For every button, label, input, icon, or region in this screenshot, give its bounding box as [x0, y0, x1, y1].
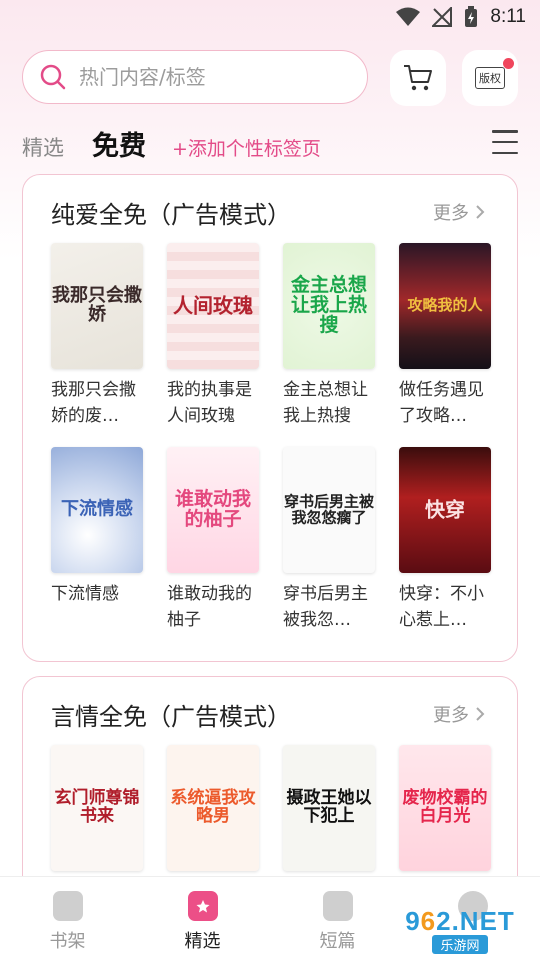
search-bar[interactable] — [22, 50, 368, 104]
book-grid: 我那只会撒娇 我那只会撒娇的废… 人间玫瑰 我的执事是人间玫瑰 金主总想让我上热… — [51, 243, 491, 635]
notification-dot — [503, 58, 514, 69]
book-title: 下流情感 — [51, 584, 119, 604]
more-label: 更多 — [433, 705, 469, 726]
book-grid: 玄门师尊锦书来 系统逼我攻略男 摄政王她以下犯上 废物校霸的白月光 — [51, 745, 491, 871]
book-title: 我那只会撒娇的废… — [51, 380, 136, 426]
copyright-button[interactable]: 版权 — [462, 50, 518, 106]
book-title: 穿书后男主被我忽… — [283, 584, 368, 630]
nav-label: 书架 — [49, 931, 86, 952]
book-card[interactable]: 攻略我的人 做任务遇见了攻略… — [399, 243, 491, 431]
status-time: 8:11 — [490, 6, 526, 27]
cover-text: 摄政王她以下犯上 — [286, 788, 372, 826]
battery-charging-icon — [465, 6, 478, 27]
more-label: 更多 — [433, 203, 469, 224]
book-cover[interactable]: 攻略我的人 — [399, 243, 491, 369]
wifi-icon — [396, 7, 421, 26]
cover-text: 我那只会撒娇 — [52, 285, 142, 325]
nav-short-stories[interactable]: 短篇 — [270, 877, 405, 960]
book-card[interactable]: 我那只会撒娇 我那只会撒娇的废… — [51, 243, 143, 431]
book-title: 做任务遇见了攻略… — [399, 380, 484, 426]
cover-text: 穿书后男主被我忽悠瘸了 — [283, 492, 374, 526]
tab-free[interactable]: 免费 — [92, 124, 146, 163]
more-link[interactable]: 更多 — [433, 701, 485, 727]
cover-text: 下流情感 — [61, 498, 133, 520]
add-tag-page-link[interactable]: +添加个性标签页 — [172, 134, 321, 161]
book-cover[interactable]: 我那只会撒娇 — [51, 243, 143, 369]
book-card[interactable]: 废物校霸的白月光 — [399, 745, 491, 871]
book-cover[interactable]: 系统逼我攻略男 — [167, 745, 259, 871]
section-title: 言情全免（广告模式） — [51, 703, 291, 731]
book-title: 快穿：不小心惹上… — [399, 584, 484, 630]
cover-text: 玄门师尊锦书来 — [54, 788, 140, 826]
cover-text: 人间玫瑰 — [173, 293, 253, 318]
nav-label: 精选 — [184, 931, 221, 952]
cover-text: 系统逼我攻略男 — [170, 788, 256, 826]
book-cover[interactable]: 废物校霸的白月光 — [399, 745, 491, 871]
book-icon — [322, 891, 353, 921]
cover-text: 快穿 — [425, 497, 465, 522]
tab-select[interactable]: 精选 — [22, 132, 64, 162]
book-card[interactable]: 人间玫瑰 我的执事是人间玫瑰 — [167, 243, 259, 431]
cover-text: 谁敢动我的柚子 — [174, 488, 251, 530]
book-cover[interactable]: 摄政王她以下犯上 — [283, 745, 375, 871]
book-cover[interactable]: 金主总想让我上热搜 — [283, 243, 375, 369]
book-cover[interactable]: 穿书后男主被我忽悠瘸了 — [283, 447, 375, 573]
copyright-label: 版权 — [475, 67, 505, 89]
star-bookmark-icon — [187, 891, 218, 921]
book-cover[interactable]: 下流情感 — [51, 447, 143, 573]
nav-bookshelf[interactable]: 书架 — [0, 877, 135, 960]
book-card[interactable]: 快穿 快穿：不小心惹上… — [399, 447, 491, 635]
chevron-right-icon — [476, 205, 485, 219]
book-card[interactable]: 金主总想让我上热搜 金主总想让我上热搜 — [283, 243, 375, 431]
bookshelf-icon — [52, 891, 83, 921]
book-card[interactable]: 下流情感 下流情感 — [51, 447, 143, 635]
watermark-sub: 乐游网 — [432, 935, 488, 954]
no-signal-icon — [432, 7, 453, 27]
book-title: 金主总想让我上热搜 — [283, 380, 368, 426]
status-icons: 8:11 — [396, 6, 526, 28]
menu-icon[interactable] — [492, 130, 518, 154]
book-card[interactable]: 系统逼我攻略男 — [167, 745, 259, 871]
book-card[interactable]: 摄政王她以下犯上 — [283, 745, 375, 871]
chevron-right-icon — [476, 707, 485, 721]
book-card[interactable]: 玄门师尊锦书来 — [51, 745, 143, 871]
cover-text: 废物校霸的白月光 — [402, 788, 488, 826]
more-link[interactable]: 更多 — [433, 199, 485, 225]
cover-text: 金主总想让我上热搜 — [290, 274, 367, 336]
search-input[interactable] — [79, 65, 339, 89]
book-card[interactable]: 穿书后男主被我忽悠瘸了 穿书后男主被我忽… — [283, 447, 375, 635]
book-card[interactable]: 谁敢动我的柚子 谁敢动我的柚子 — [167, 447, 259, 635]
watermark-main: 962.NET — [405, 906, 515, 936]
category-tabs: 精选 免费 +添加个性标签页 — [22, 124, 321, 164]
book-title: 我的执事是人间玫瑰 — [167, 380, 252, 426]
book-cover[interactable]: 人间玫瑰 — [167, 243, 259, 369]
book-cover[interactable]: 玄门师尊锦书来 — [51, 745, 143, 871]
book-title: 谁敢动我的柚子 — [167, 584, 252, 630]
cart-button[interactable] — [390, 50, 446, 106]
status-bar: 8:11 — [0, 0, 540, 38]
book-cover[interactable]: 谁敢动我的柚子 — [167, 447, 259, 573]
watermark-logo: 962.NET 乐游网 — [394, 906, 526, 954]
section-pure-love-free: 纯爱全免（广告模式） 更多 我那只会撒娇 我那只会撒娇的废… 人间玫瑰 我的执事… — [22, 174, 518, 662]
cover-text: 攻略我的人 — [407, 296, 483, 315]
nav-featured[interactable]: 精选 — [135, 877, 270, 960]
section-title: 纯爱全免（广告模式） — [51, 201, 291, 229]
cart-icon — [404, 65, 432, 91]
search-icon — [40, 64, 66, 90]
nav-label: 短篇 — [319, 931, 356, 952]
book-cover[interactable]: 快穿 — [399, 447, 491, 573]
